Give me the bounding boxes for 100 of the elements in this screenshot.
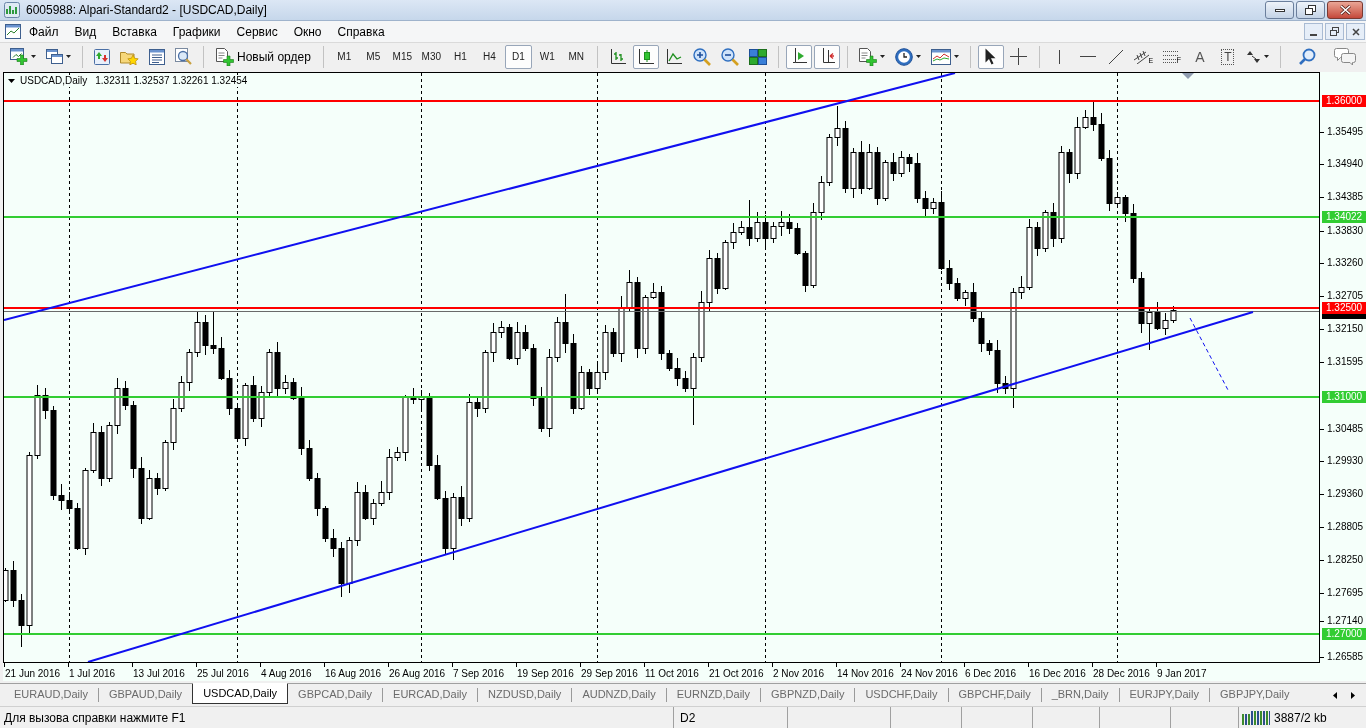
child-minimize-button[interactable] [1304, 23, 1323, 40]
date-label: 16 Dec 2016 [1028, 668, 1086, 679]
price-level-tag: 1.27000 [1322, 628, 1366, 640]
candlestick-icon[interactable] [637, 48, 654, 65]
restore-icon[interactable] [1330, 27, 1339, 36]
status-help-text: Для вызова справки нажмите F1 [4, 709, 186, 727]
restore-icon[interactable] [1305, 5, 1316, 15]
axes-play-icon[interactable] [790, 48, 807, 65]
date-label: 13 Jul 2016 [132, 668, 185, 679]
cursor-icon[interactable] [985, 48, 997, 65]
menu-item[interactable]: Файл [21, 22, 67, 41]
date-label: 4 Aug 2016 [260, 668, 312, 679]
drawing-tool-button[interactable]: A [1186, 44, 1213, 69]
chart-tab[interactable]: EURAUD,Daily [4, 684, 98, 704]
menu-item[interactable]: Справка [329, 22, 393, 41]
caret-icon[interactable] [1263, 55, 1269, 58]
price-level-tag: 1.32500 [1322, 302, 1366, 314]
timeframe-button[interactable]: MN [562, 44, 590, 69]
ohlc-values: 1.32311 1.32537 1.32261 1.32454 [95, 75, 248, 87]
timeframe-button[interactable]: M1 [330, 44, 358, 69]
date-label: 26 Aug 2016 [388, 668, 446, 679]
chart-tab[interactable]: GBPAUD,Daily [98, 684, 193, 704]
timeframe-button[interactable]: H4 [475, 44, 503, 69]
timeframe-button[interactable]: H1 [446, 44, 474, 69]
horizontal-line-icon[interactable] [1079, 55, 1096, 58]
chart-tab[interactable]: USDCHF,Daily [855, 684, 948, 704]
child-restore-button[interactable] [1325, 23, 1344, 40]
menu-item[interactable]: Вид [66, 22, 105, 41]
timeframe-button[interactable]: M30 [417, 44, 445, 69]
menu-item[interactable]: Графики [164, 22, 229, 41]
left-triangle-icon[interactable] [1333, 691, 1337, 699]
timeframe-button[interactable]: M15 [388, 44, 416, 69]
bar-chart-icon[interactable] [609, 48, 626, 65]
close-icon[interactable] [1351, 27, 1360, 36]
restore-button[interactable] [1296, 1, 1325, 19]
chart-tab[interactable]: EURJPY,Daily [1119, 684, 1209, 704]
clock-icon[interactable] [894, 47, 913, 66]
date-label: 29 Sep 2016 [580, 668, 638, 679]
signal-bars-icon [1242, 710, 1270, 725]
date-label: 2 Nov 2016 [772, 668, 825, 679]
close-button[interactable] [1327, 1, 1363, 19]
chart-tab[interactable]: GBPCHF,Daily [948, 684, 1041, 704]
chart-tab[interactable]: _BRN,Daily [1041, 684, 1119, 704]
arrows-icon[interactable] [1246, 49, 1261, 64]
child-close-button[interactable] [1346, 23, 1365, 40]
chart-tab[interactable]: GBPCAD,Daily [288, 684, 383, 704]
drawing-tool-button[interactable]: T [1214, 44, 1241, 69]
chart-window-icon[interactable] [930, 48, 951, 65]
shift-marker-icon[interactable] [1182, 73, 1194, 79]
price-label: 1.28805 [1326, 521, 1364, 533]
window-plus-icon[interactable] [10, 48, 28, 65]
caret-icon[interactable] [953, 55, 959, 58]
chart-tab[interactable]: NZDUSD,Daily [478, 684, 572, 704]
new-order-button[interactable]: Новый ордер [211, 44, 316, 69]
line-chart-icon[interactable] [665, 48, 682, 65]
chart-option-button[interactable] [785, 44, 812, 69]
document-plus-icon[interactable] [216, 47, 234, 66]
chart-tab[interactable]: EURCAD,Daily [383, 684, 478, 704]
document-plus-icon[interactable] [858, 47, 877, 66]
timeframe-button[interactable]: W1 [533, 44, 561, 69]
menu-item[interactable]: Вставка [104, 22, 165, 41]
chart-type-button[interactable] [632, 44, 659, 69]
price-label: 1.32150 [1326, 323, 1364, 335]
chart-tab[interactable]: EURNZD,Daily [666, 684, 761, 704]
date-label: 14 Nov 2016 [836, 668, 894, 679]
close-icon[interactable] [1339, 5, 1351, 15]
caret-icon[interactable] [915, 55, 921, 58]
price-label: 1.34940 [1326, 158, 1364, 170]
chart-symbol: USDCAD,Daily [20, 75, 88, 87]
crosshair-icon[interactable] [1010, 48, 1028, 65]
dotted-lines-icon[interactable] [1162, 50, 1179, 63]
minimize-icon[interactable] [1274, 8, 1285, 12]
price-label: 1.30485 [1326, 423, 1364, 435]
date-label: 11 Oct 2016 [644, 668, 699, 679]
price-label: 1.27695 [1326, 587, 1364, 599]
chart-tab[interactable]: AUDNZD,Daily [572, 684, 666, 704]
windows-icon[interactable] [46, 49, 63, 64]
date-label: 28 Dec 2016 [1092, 668, 1150, 679]
chart-tab[interactable]: GBPNZD,Daily [761, 684, 855, 704]
window-title: 6005988: Alpari-Standard2 - [USDCAD,Daily] [26, 2, 267, 19]
right-triangle-icon[interactable] [1351, 691, 1355, 699]
price-level-tag: 1.31000 [1322, 391, 1366, 403]
timeframe-button[interactable]: D1 [504, 44, 532, 69]
drawing-tool-button[interactable] [977, 44, 1004, 69]
diagonal-line-icon[interactable] [1108, 49, 1123, 64]
chart-tab[interactable]: GBPJPY,Daily [1210, 684, 1300, 704]
menu-item[interactable]: Сервис [228, 22, 286, 41]
caret-icon[interactable] [31, 55, 36, 58]
dropdown-triangle-icon[interactable] [8, 79, 15, 83]
menu-item[interactable]: Окно [285, 22, 330, 41]
caret-icon[interactable] [66, 55, 71, 58]
timeframe-button[interactable]: M5 [359, 44, 387, 69]
status-text: D2 [680, 709, 696, 727]
chart-option-button[interactable] [813, 44, 840, 69]
chart-tab[interactable]: USDCAD,Daily [192, 683, 289, 704]
hatched-channel-icon[interactable] [1134, 49, 1151, 64]
vertical-line-icon[interactable] [1058, 49, 1062, 64]
minimize-button[interactable] [1265, 1, 1294, 19]
caret-icon[interactable] [879, 55, 885, 58]
price-label: 1.26585 [1326, 651, 1364, 663]
